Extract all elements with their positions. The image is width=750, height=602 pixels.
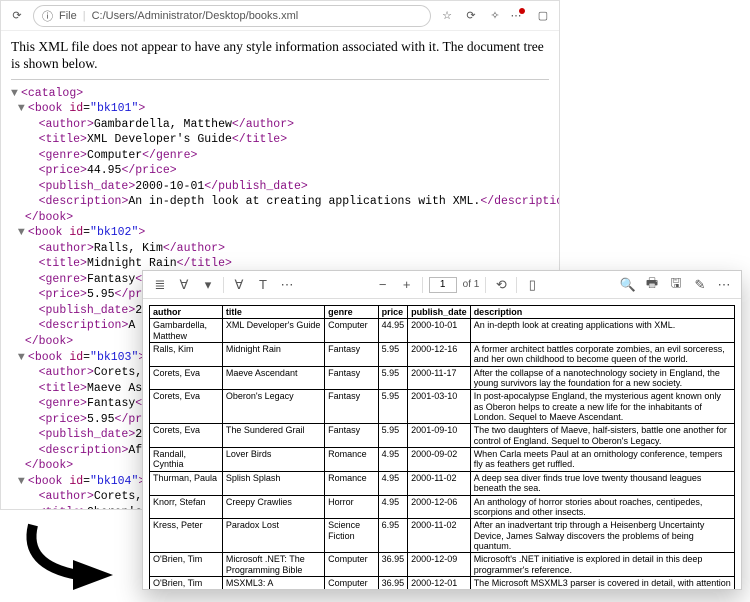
col-description: description — [470, 306, 734, 319]
table-row: O'Brien, TimMSXML3: A Comprehensive Guid… — [150, 576, 735, 589]
url-field[interactable]: ⓘ File | C:/Users/Administrator/Desktop/… — [33, 5, 431, 27]
col-title: title — [222, 306, 324, 319]
more-icon[interactable]: ⋯ — [509, 6, 529, 26]
col-price: price — [378, 306, 408, 319]
rotate-icon[interactable]: ⟲ — [492, 276, 510, 294]
zoom-out-icon[interactable]: − — [374, 276, 392, 294]
table-header-row: authortitlegenrepricepublish_datedescrip… — [150, 306, 735, 319]
xml-notice: This XML file does not appear to have an… — [11, 39, 549, 73]
viewer-body: authortitlegenrepricepublish_datedescrip… — [143, 299, 741, 589]
favorites-icon[interactable]: ✧ — [485, 6, 505, 26]
col-genre: genre — [325, 306, 379, 319]
viewer-more-icon[interactable]: ⋯ — [715, 276, 733, 294]
col-author: author — [150, 306, 223, 319]
select-icon[interactable]: ∀ — [230, 276, 248, 294]
page-of-label: of 1 — [463, 279, 480, 290]
print-icon[interactable]: 🖶 — [643, 276, 661, 294]
table-row: Thurman, PaulaSplish SplashRomance4.9520… — [150, 471, 735, 495]
filter-icon[interactable]: ∀ — [175, 276, 193, 294]
menu-icon[interactable]: ≣ — [151, 276, 169, 294]
table-viewer-window: ≣ ∀ ▾ ∀ T ⋯ − + of 1 ⟲ ▯ 🔍 🖶 🖫 ✎ ⋯ — [142, 270, 742, 590]
table-row: Ralls, KimMidnight RainFantasy5.952000-1… — [150, 343, 735, 367]
zoom-in-icon[interactable]: + — [398, 276, 416, 294]
table-row: Corets, EvaMaeve AscendantFantasy5.95200… — [150, 366, 735, 390]
pen-icon[interactable]: ✎ — [691, 276, 709, 294]
address-bar: ⟳ ⓘ File | C:/Users/Administrator/Deskto… — [1, 1, 559, 31]
table-row: Gambardella, MatthewXML Developer's Guid… — [150, 319, 735, 343]
viewer-toolbar: ≣ ∀ ▾ ∀ T ⋯ − + of 1 ⟲ ▯ 🔍 🖶 🖫 ✎ ⋯ — [143, 271, 741, 299]
table-row: Knorr, StefanCreepy CrawliesHorror4.9520… — [150, 495, 735, 519]
save-icon[interactable]: 🖫 — [667, 276, 685, 294]
panel-icon[interactable]: ▢ — [533, 6, 553, 26]
url-path: C:/Users/Administrator/Desktop/books.xml — [92, 10, 299, 22]
page-input[interactable] — [429, 277, 457, 293]
table-row: Corets, EvaOberon's LegacyFantasy5.95200… — [150, 390, 735, 424]
sync-icon[interactable]: ⟳ — [461, 6, 481, 26]
table-row: O'Brien, TimMicrosoft .NET: The Programm… — [150, 553, 735, 577]
table-row: Randall, CynthiaLover BirdsRomance4.9520… — [150, 448, 735, 472]
books-table: authortitlegenrepricepublish_datedescrip… — [149, 305, 735, 589]
refresh-icon[interactable]: ⟳ — [7, 6, 27, 26]
url-kind: File — [59, 10, 77, 22]
more-options-icon[interactable]: ⋯ — [278, 276, 296, 294]
search-icon[interactable]: 🔍 — [619, 276, 637, 294]
chevron-down-icon[interactable]: ▾ — [199, 276, 217, 294]
table-body: Gambardella, MatthewXML Developer's Guid… — [150, 319, 735, 589]
col-publish_date: publish_date — [408, 306, 471, 319]
page-view-icon[interactable]: ▯ — [523, 276, 541, 294]
table-row: Kress, PeterParadox LostScience Fiction6… — [150, 519, 735, 553]
text-icon[interactable]: T — [254, 276, 272, 294]
table-row: Corets, EvaThe Sundered GrailFantasy5.95… — [150, 424, 735, 448]
info-icon: ⓘ — [42, 8, 53, 24]
star-icon[interactable]: ☆ — [437, 6, 457, 26]
arrow-icon — [18, 520, 138, 590]
